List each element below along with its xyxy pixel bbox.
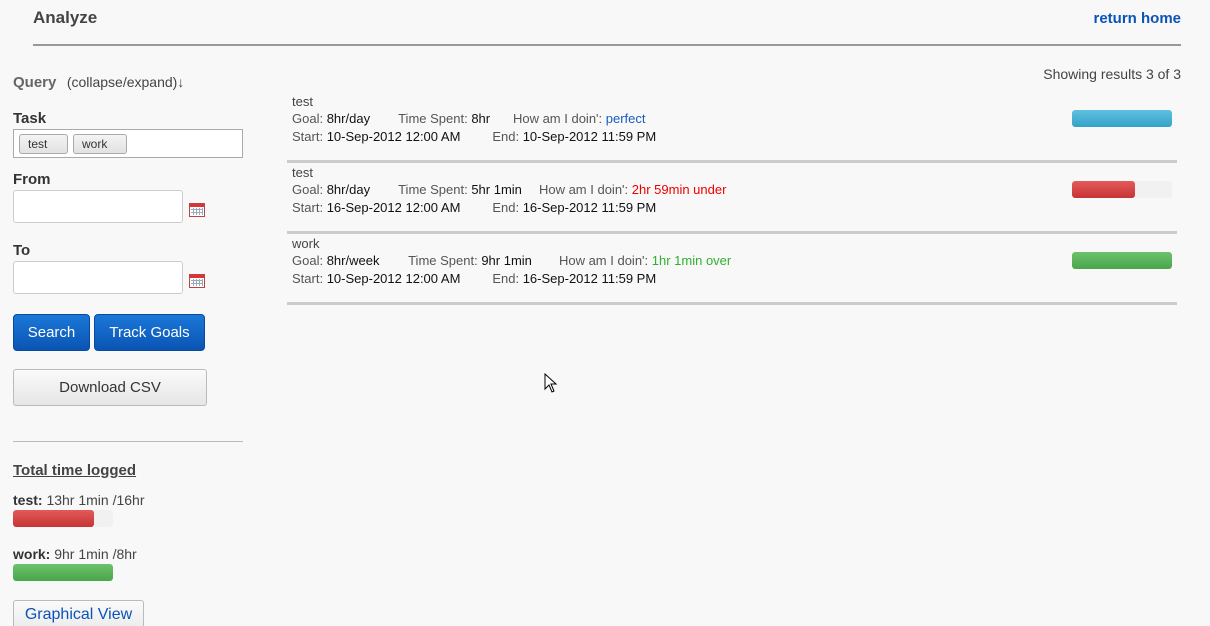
calendar-icon[interactable] [189,203,205,217]
track-goals-button[interactable]: Track Goals [94,314,205,351]
query-title: Query [13,74,57,91]
time-spent-label: Time Spent: [398,111,468,126]
result-item: test Goal: 8hr/day Time Spent: 8hr How a… [287,92,1177,163]
progress-fill [13,510,94,527]
return-home-link[interactable]: return home [1093,10,1181,27]
calendar-icon[interactable] [189,274,205,288]
results-count: Showing results 3 of 3 [1043,66,1181,82]
start-label: Start: [292,129,324,144]
query-sidebar: Query (collapse/expand)↓ Task test work … [13,74,243,626]
goal-label: Goal: [292,111,324,126]
time-spent-value: 5hr 1min [471,182,522,197]
start-value: 16-Sep-2012 12:00 AM [326,200,461,215]
result-progress-bar [1072,110,1172,127]
graphical-view-button[interactable]: Graphical View [13,600,144,626]
time-spent-value: 9hr 1min [481,253,532,268]
result-date-line: Start: 10-Sep-2012 12:00 AM End: 10-Sep-… [292,129,656,144]
task-tag[interactable]: work [73,134,127,154]
progress-fill [13,564,113,581]
total-work-bar [13,564,113,581]
result-task-name: test [292,165,313,180]
result-date-line: Start: 16-Sep-2012 12:00 AM End: 16-Sep-… [292,200,656,215]
goal-label: Goal: [292,253,324,268]
progress-fill [1072,110,1172,127]
from-label: From [13,171,51,188]
result-goal-line: Goal: 8hr/week Time Spent: 9hr 1min How … [292,253,731,268]
result-task-name: work [292,236,320,251]
task-tag-input[interactable]: test work [13,129,243,158]
results-list: test Goal: 8hr/day Time Spent: 8hr How a… [287,92,1177,305]
header-divider [33,44,1181,46]
end-value: 16-Sep-2012 11:59 PM [522,200,657,215]
start-label: Start: [292,271,324,286]
result-task-name: test [292,94,313,109]
total-value: 9hr 1min /8hr [54,546,137,562]
mouse-cursor-icon [544,373,558,393]
doin-label: How am I doin': [558,253,649,268]
download-csv-button[interactable]: Download CSV [13,369,207,406]
doin-label: How am I doin': [538,182,629,197]
doin-label: How am I doin': [512,111,603,126]
task-label: Task [13,110,47,127]
to-label: To [13,242,31,259]
result-progress-bar [1072,181,1172,198]
result-item: test Goal: 8hr/day Time Spent: 5hr 1min … [287,163,1177,234]
doin-status: 1hr 1min over [651,253,732,268]
result-item: work Goal: 8hr/week Time Spent: 9hr 1min… [287,234,1177,305]
result-date-line: Start: 10-Sep-2012 12:00 AM End: 16-Sep-… [292,271,656,286]
end-label: End: [492,271,520,286]
progress-fill [1072,252,1172,269]
total-name: work: [13,546,51,562]
collapse-expand-toggle[interactable]: (collapse/expand)↓ [67,74,185,90]
goal-label: Goal: [292,182,324,197]
result-goal-line: Goal: 8hr/day Time Spent: 5hr 1min How a… [292,182,726,197]
time-spent-label: Time Spent: [398,182,468,197]
total-test-line: test: 13hr 1min /16hr [13,492,145,508]
time-spent-label: Time Spent: [408,253,478,268]
total-value: 13hr 1min /16hr [46,492,145,508]
doin-status: 2hr 59min under [631,182,727,197]
to-date-input[interactable] [13,261,183,294]
search-button[interactable]: Search [13,314,90,351]
result-goal-line: Goal: 8hr/day Time Spent: 8hr How am I d… [292,111,646,126]
start-value: 10-Sep-2012 12:00 AM [326,271,461,286]
end-value: 10-Sep-2012 11:59 PM [522,129,657,144]
start-label: Start: [292,200,324,215]
end-value: 16-Sep-2012 11:59 PM [522,271,657,286]
from-date-input[interactable] [13,190,183,223]
total-work-line: work: 9hr 1min /8hr [13,546,137,562]
doin-status: perfect [605,111,646,126]
result-progress-bar [1072,252,1172,269]
time-spent-value: 8hr [471,111,491,126]
end-label: End: [492,200,520,215]
end-label: End: [492,129,520,144]
page-title: Analyze [33,8,98,27]
goal-value: 8hr/day [326,182,371,197]
sidebar-divider [13,441,243,442]
task-tag[interactable]: test [19,134,68,154]
total-test-bar [13,510,113,527]
total-name: test: [13,492,43,508]
goal-value: 8hr/week [326,253,380,268]
progress-fill [1072,181,1135,198]
start-value: 10-Sep-2012 12:00 AM [326,129,461,144]
total-time-title: Total time logged [13,462,137,479]
goal-value: 8hr/day [326,111,371,126]
